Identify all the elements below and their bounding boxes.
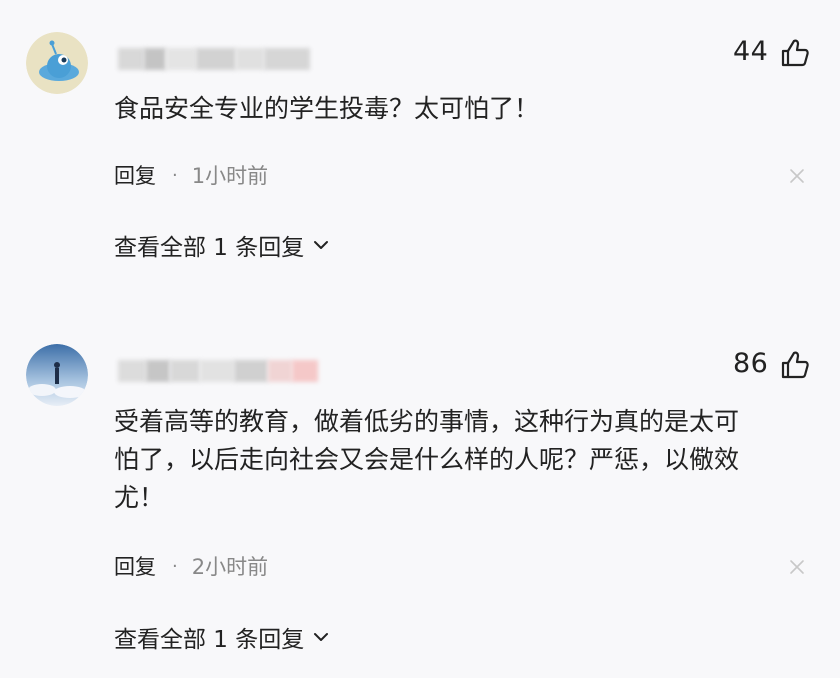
reply-button[interactable]: 回复 [114,160,156,190]
comment-meta: 回复 · 2小时前 [114,551,268,581]
separator-dot: · [172,555,178,577]
chevron-down-icon [314,241,329,249]
like-count: 44 [733,36,769,67]
sky-person-avatar-icon [26,344,88,406]
view-all-replies-button[interactable]: 查看全部 1 条回复 [114,620,330,654]
comment-text-line: 尤！ [114,483,165,512]
view-all-replies-button[interactable]: 查看全部 1 条回复 [114,228,330,262]
thumbs-up-icon[interactable] [780,38,810,68]
avatar[interactable] [26,344,88,406]
thumbs-up-icon[interactable] [780,350,810,380]
comment-text: 食品安全专业的学生投毒？太可怕了！ [114,94,540,123]
timestamp: 1小时前 [191,164,269,188]
comment-text: 受着高等的教育，做着低劣的事情，这种行为真的是太可 怕了，以后走向社会又会是什么… [114,403,814,517]
timestamp: 2小时前 [191,555,269,579]
username-redacted [118,340,318,382]
comment-meta: 回复 · 1小时前 [114,160,268,190]
close-icon[interactable] [788,167,806,185]
blue-alien-avatar-icon [26,32,88,94]
reply-button[interactable]: 回复 [114,551,156,581]
view-all-replies-label: 查看全部 1 条回复 [114,627,305,653]
avatar[interactable] [26,32,88,94]
close-icon[interactable] [788,558,806,576]
view-all-replies-label: 查看全部 1 条回复 [114,235,305,261]
separator-dot: · [172,164,178,186]
username-redacted [118,28,310,70]
chevron-down-icon [314,633,329,641]
like-count: 86 [733,348,769,379]
comment-text-line: 怕了，以后走向社会又会是什么样的人呢？严惩，以儆效 [114,445,740,474]
comment-text-line: 受着高等的教育，做着低劣的事情，这种行为真的是太可 [114,407,740,436]
